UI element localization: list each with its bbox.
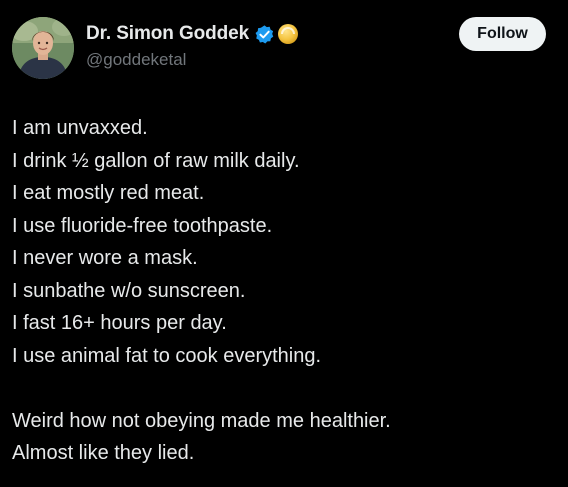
tweet-line: I use fluoride-free toothpaste. (12, 214, 273, 237)
tweet-line: I sunbathe w/o sunscreen. (12, 279, 246, 302)
tweet-line: I drink ½ gallon of raw milk daily. (12, 149, 300, 172)
author-display-name[interactable]: Dr. Simon Goddek (86, 23, 249, 45)
tweet-line: I fast 16+ hours per day. (12, 312, 227, 334)
tweet-line: I am unvaxxed. (12, 117, 148, 139)
tweet-line: I use animal fat to cook everything. (12, 344, 322, 367)
tweet-card: Dr. Simon Goddek @goddeketal Follow I am… (0, 0, 568, 487)
verified-badge-icon[interactable] (254, 24, 275, 45)
author-handle[interactable]: @goddeketal (86, 50, 568, 70)
author-avatar[interactable] (12, 17, 74, 79)
tweet-closing-line: Weird how not obeying made me healthier. (12, 409, 391, 432)
avatar-photo-icon (12, 17, 74, 79)
gold-circle-icon[interactable] (277, 23, 299, 45)
follow-button[interactable]: Follow (459, 17, 546, 51)
tweet-line: I eat mostly red meat. (12, 182, 205, 204)
tweet-text: I am unvaxxed. I drink ½ gallon of raw m… (12, 112, 560, 470)
tweet-closing-line: Almost like they lied. (12, 442, 195, 464)
tweet-line: I never wore a mask. (12, 247, 198, 269)
